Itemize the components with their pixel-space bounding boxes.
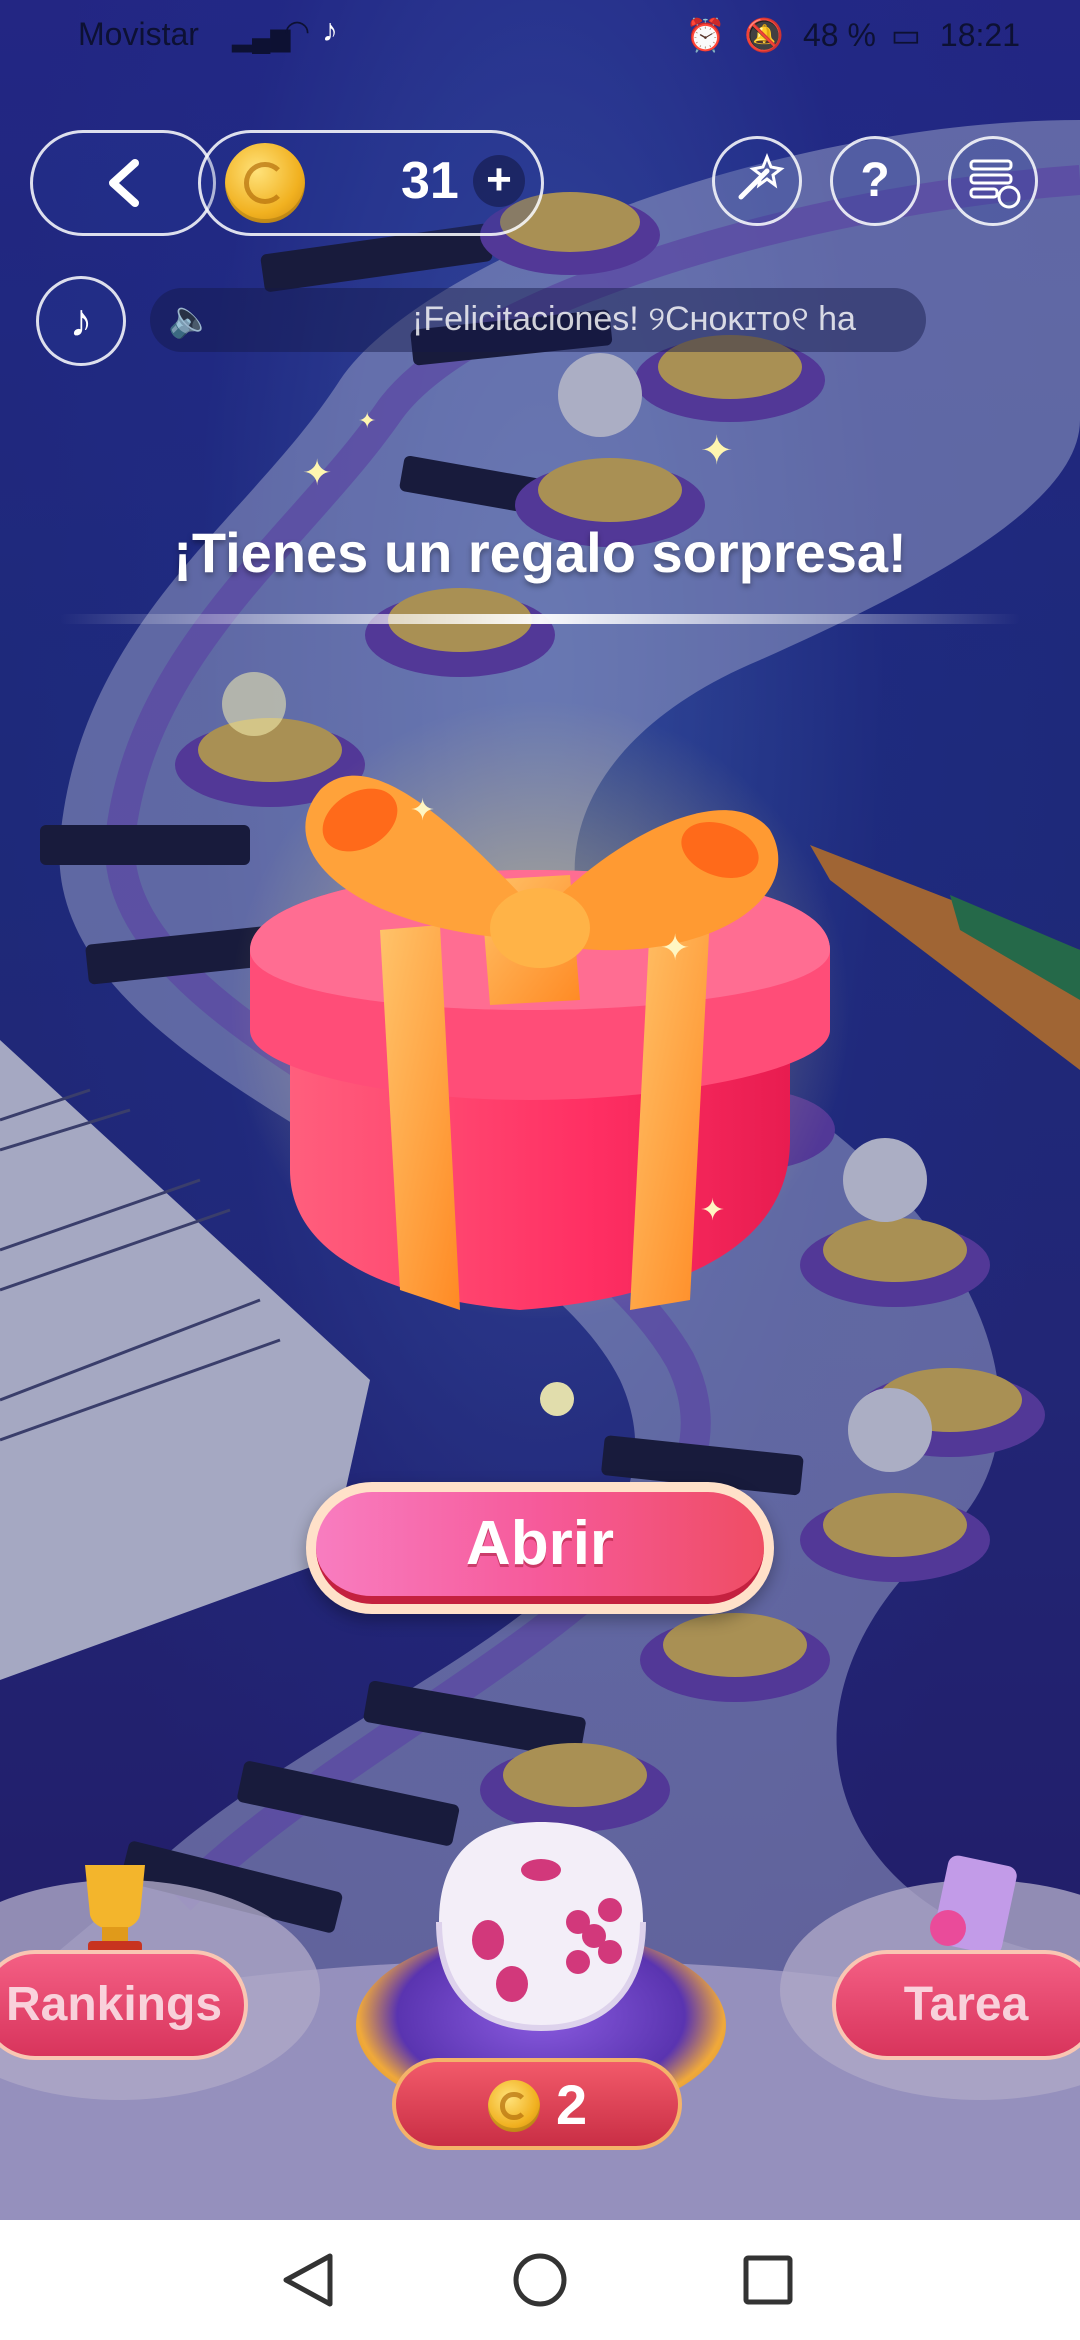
title-glow-divider	[60, 614, 1020, 624]
task-card-icon	[910, 1850, 1020, 1960]
carrier-label: Movistar	[78, 16, 199, 52]
open-gift-button[interactable]: Abrir	[306, 1482, 774, 1614]
coin-count: 31	[401, 152, 459, 210]
question-icon: ?	[860, 154, 890, 207]
sparkle-icon: ✦	[302, 452, 333, 493]
svg-text:✦: ✦	[700, 1193, 725, 1228]
svg-text:✦: ✦	[410, 793, 435, 828]
svg-text:✦: ✦	[660, 928, 690, 969]
alarm-icon: ⏰	[685, 17, 726, 53]
mute-icon: 🔕	[744, 17, 785, 53]
music-note-button[interactable]: ♪	[36, 276, 126, 366]
announcement-ticker: 🔈 ¡Felicitaciones! ୨Cʜᴏᴋɪᴛᴏ୧ ha	[150, 288, 926, 352]
add-coins-button[interactable]: +	[473, 155, 525, 207]
recents-square-icon[interactable]	[736, 2248, 800, 2312]
coin-icon	[225, 143, 305, 223]
task-button[interactable]: Tarea	[832, 1950, 1080, 2060]
home-circle-icon[interactable]	[508, 2248, 572, 2312]
dice-cost-value: 2	[556, 2073, 588, 2136]
open-gift-label: Abrir	[465, 1509, 615, 1578]
rankings-button[interactable]: Rankings	[0, 1950, 248, 2060]
magic-wand-icon	[738, 152, 785, 200]
sparkle-icon: ✦	[700, 429, 734, 473]
system-navigation-bar	[0, 2220, 1080, 2340]
dice-icon	[436, 1822, 646, 2032]
status-bar: Movistar ▂▄▆ ◠ ♪ ⏰ 🔕 48 % ▭ 18:21	[0, 0, 1080, 70]
ticker-text: ¡Felicitaciones! ୨Cʜᴏᴋɪᴛᴏ୧ ha	[412, 300, 856, 338]
battery-percent: 48 %	[802, 17, 876, 53]
chevron-left-icon	[109, 159, 139, 207]
back-button[interactable]	[30, 130, 216, 236]
tiktok-icon: ♪	[322, 12, 338, 48]
gift-popup-title: ¡Tienes un regalo sorpresa!	[173, 521, 907, 584]
history-list-icon	[969, 159, 1021, 209]
roll-dice-button[interactable]	[428, 1812, 654, 2038]
wifi-icon: ◠	[284, 15, 311, 48]
music-note-icon: ♪	[69, 294, 93, 346]
sparkle-icon: ✦	[358, 408, 377, 433]
clock: 18:21	[939, 17, 1020, 53]
gift-box-icon: ✦ ✦ ✦	[230, 700, 850, 1320]
magic-wand-button[interactable]	[712, 136, 802, 226]
trophy-icon	[50, 1855, 180, 1955]
dice-cost-badge: 2	[392, 2058, 682, 2150]
battery-icon: ▭	[890, 17, 922, 53]
coin-icon	[488, 2080, 540, 2132]
light-dot	[222, 672, 286, 736]
signal-icon: ▂▄▆	[232, 22, 291, 52]
coin-balance: 31 +	[198, 130, 544, 236]
speaker-icon: 🔈	[168, 298, 213, 339]
history-button[interactable]	[948, 136, 1038, 226]
back-triangle-icon[interactable]	[276, 2248, 340, 2312]
help-button[interactable]: ?	[830, 136, 920, 226]
light-dot	[540, 1382, 574, 1416]
